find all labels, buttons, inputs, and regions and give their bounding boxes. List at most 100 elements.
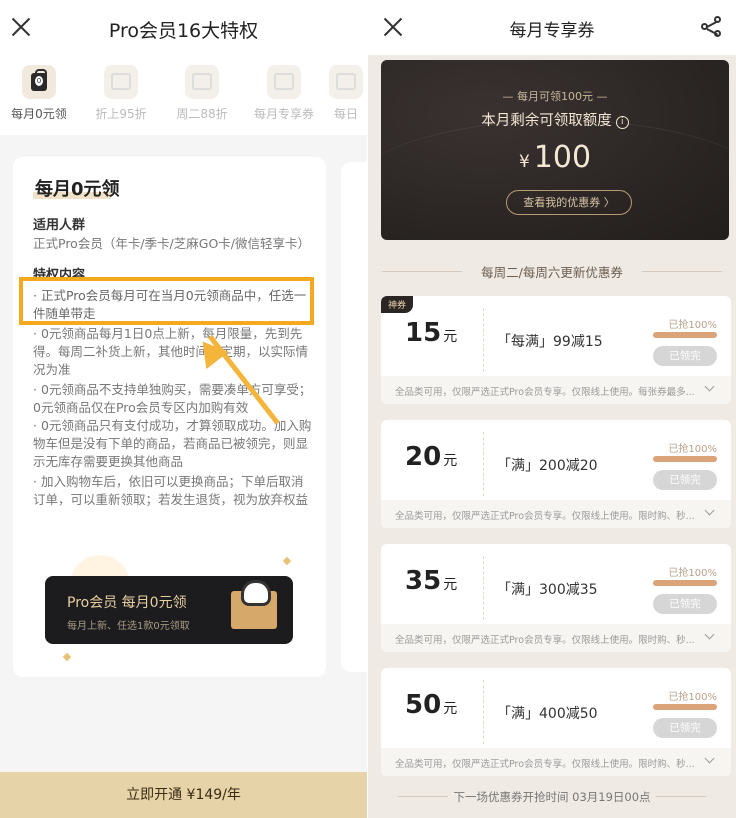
audience-heading: 适用人群	[33, 218, 86, 233]
claimed-progress-bar	[653, 456, 717, 462]
quota-label: 本月剩余可领取额度 i	[381, 109, 729, 130]
coupon-amount: 50 元	[405, 690, 485, 720]
rule-text: · 0元领商品只有支付成功，才算领取成功。加入购物车但是没有下单的商品，若商品已…	[33, 418, 312, 469]
view-coupons-button[interactable]: 查看我的优惠券 〉	[506, 190, 632, 215]
tab-label: 每日	[333, 107, 358, 121]
footnote-text: 全品类可用，仅限严选正式Pro会员专享。仅限线上使用。每张券最多...	[395, 387, 695, 398]
quota-caption: — 每月可领100元 —	[502, 90, 608, 103]
decor-arc	[381, 120, 729, 240]
screen: Pro会员16大特权 每月0元领 折上95折 周二88折 每月专享券 每日	[0, 0, 736, 818]
claimed-percent: 已抢100%	[668, 444, 717, 455]
tab-icon	[329, 65, 363, 99]
tab-monthly-coupon[interactable]: 每月专享券	[249, 65, 319, 122]
promo-subtitle: 每月上新、任选1款0元领取	[67, 621, 190, 632]
card-title: 每月0元领	[35, 179, 120, 200]
quota-card: — 每月可领100元 — 本月剩余可领取额度 i ¥100 查看我的优惠券 〉	[381, 60, 729, 240]
claimed-progress-bar	[653, 580, 717, 586]
page-title: Pro会员16大特权	[108, 20, 259, 42]
tab-daily[interactable]: 每日	[326, 65, 366, 122]
privilege-tabs: 每月0元领 折上95折 周二88折 每月专享券 每日	[0, 55, 367, 135]
tab-label: 每月专享券	[253, 107, 314, 121]
rule-text: · 加入购物车后，依旧可以更换商品；下单后取消订单，可以重新领取；若发生退货，视…	[33, 474, 309, 507]
subscribe-button[interactable]: 立即开通 ¥149/年	[0, 772, 367, 818]
coupon-tag: 神券	[381, 296, 414, 313]
tab-label: 每月0元领	[11, 107, 67, 121]
chevron-down-icon[interactable]	[704, 505, 715, 516]
close-icon[interactable]	[382, 16, 404, 38]
quota-label-text: 本月剩余可领取额度	[481, 113, 612, 129]
currency-symbol: ¥	[518, 152, 530, 172]
coupon-card[interactable]: 神券 15 元 「每满」99减15 已抢100% 已领完 全品类可用，仅限严选正式…	[381, 296, 731, 404]
next-card-peek	[341, 162, 367, 672]
footnote-text: 全品类可用，仅限严选正式Pro会员专享。仅限线上使用。限时购、秒...	[395, 635, 695, 646]
tab-monthly-free[interactable]: 每月0元领	[4, 65, 74, 122]
divider	[483, 432, 484, 496]
tab-tuesday-88[interactable]: 周二88折	[167, 65, 237, 122]
coupon-footnote[interactable]: 全品类可用，仅限严选正式Pro会员专享。仅限线上使用。限时购、秒...	[381, 500, 731, 528]
claimed-percent: 已抢100%	[668, 320, 717, 331]
amount-unit: 元	[443, 329, 458, 345]
coupon-condition: 「满」300减35	[497, 582, 598, 598]
info-icon[interactable]: i	[615, 116, 629, 129]
ticket-icon	[267, 65, 301, 99]
coupon-card[interactable]: 50 元 「满」400减50 已抢100% 已领完 全品类可用，仅限严选正式Pro…	[381, 668, 731, 776]
amount-unit: 元	[443, 453, 458, 469]
progress-fill	[653, 704, 717, 710]
coupon-card[interactable]: 20 元 「满」200减20 已抢100% 已领完 全品类可用，仅限严选正式Pro…	[381, 420, 731, 528]
sold-out-button[interactable]: 已领完	[653, 718, 717, 738]
sold-out-button[interactable]: 已领完	[653, 594, 717, 614]
page-title: 每月专享券	[509, 21, 595, 41]
progress-fill	[653, 456, 717, 462]
rule-text: · 0元领商品每月1日0点上新，每月限量，先到先得。每周二补货上新，其他时间不定…	[33, 326, 309, 377]
divider	[483, 680, 484, 744]
coupon-condition: 「每满」99减15	[497, 334, 603, 350]
amount-number: 20	[405, 442, 442, 472]
claimed-progress-bar	[653, 704, 717, 710]
amount-value: 100	[533, 140, 592, 175]
footnote-text: 全品类可用，仅限严选正式Pro会员专享。仅限线上使用。限时购、秒...	[395, 511, 695, 522]
sold-out-button[interactable]: 已领完	[653, 346, 717, 366]
next-release-time: 下一场优惠券开抢时间 03月19日00点	[453, 790, 651, 804]
amount-unit: 元	[443, 701, 458, 717]
chevron-down-icon[interactable]	[704, 629, 715, 640]
sold-out-button[interactable]: 已领完	[653, 470, 717, 490]
shopping-bag-icon	[22, 65, 56, 99]
chevron-down-icon[interactable]	[704, 753, 715, 764]
progress-fill	[653, 580, 717, 586]
claimed-percent: 已抢100%	[668, 568, 717, 579]
coupon-condition: 「满」200减20	[497, 458, 598, 474]
promo-title: Pro会员 每月0元领	[67, 595, 187, 611]
divider	[483, 556, 484, 620]
claimed-progress-bar	[653, 332, 717, 338]
hand-icon	[241, 580, 271, 606]
coupon-amount: 35 元	[405, 566, 485, 596]
audience-text: 正式Pro会员（年卡/季卡/芝麻GO卡/微信轻享卡）	[33, 236, 310, 251]
divider	[483, 308, 484, 372]
coupon-condition: 「满」400减50	[497, 706, 598, 722]
left-panel: Pro会员16大特权 每月0元领 折上95折 周二88折 每月专享券 每日	[0, 0, 367, 818]
promo-banner[interactable]: Pro会员 每月0元领 每月上新、任选1款0元领取	[45, 576, 293, 644]
close-icon[interactable]	[10, 16, 32, 38]
tab-label: 折上95折	[95, 107, 147, 121]
gift-box-icon	[185, 65, 219, 99]
divider	[642, 271, 722, 272]
coupon-footnote[interactable]: 全品类可用，仅限严选正式Pro会员专享。仅限线上使用。限时购、秒...	[381, 624, 731, 652]
quota-amount: ¥100	[381, 140, 729, 175]
coupon-footnote[interactable]: 全品类可用，仅限严选正式Pro会员专享。仅限线上使用。限时购、秒...	[381, 748, 731, 776]
amount-number: 50	[405, 690, 442, 720]
amount-number: 35	[405, 566, 442, 596]
right-header: 每月专享券	[368, 0, 736, 55]
share-icon[interactable]	[701, 16, 723, 38]
left-header: Pro会员16大特权	[0, 0, 367, 55]
footnote-text: 全品类可用，仅限严选正式Pro会员专享。仅限线上使用。限时购、秒...	[395, 759, 695, 770]
coupon-amount: 15 元	[405, 318, 485, 348]
coupon-card[interactable]: 35 元 「满」300减35 已抢100% 已领完 全品类可用，仅限严选正式Pro…	[381, 544, 731, 652]
amount-unit: 元	[443, 577, 458, 593]
right-panel: 每月专享券 — 每月可领100元 — 本月剩余可领取额度 i ¥100 查看我的优…	[368, 0, 736, 818]
coupon-footnote[interactable]: 全品类可用，仅限严选正式Pro会员专享。仅限线上使用。每张券最多...	[381, 376, 731, 404]
tab-95-discount[interactable]: 折上95折	[86, 65, 156, 122]
chevron-down-icon[interactable]	[704, 381, 715, 392]
card-icon	[104, 65, 138, 99]
coupon-amount: 20 元	[405, 442, 485, 472]
tab-label: 周二88折	[176, 107, 228, 121]
